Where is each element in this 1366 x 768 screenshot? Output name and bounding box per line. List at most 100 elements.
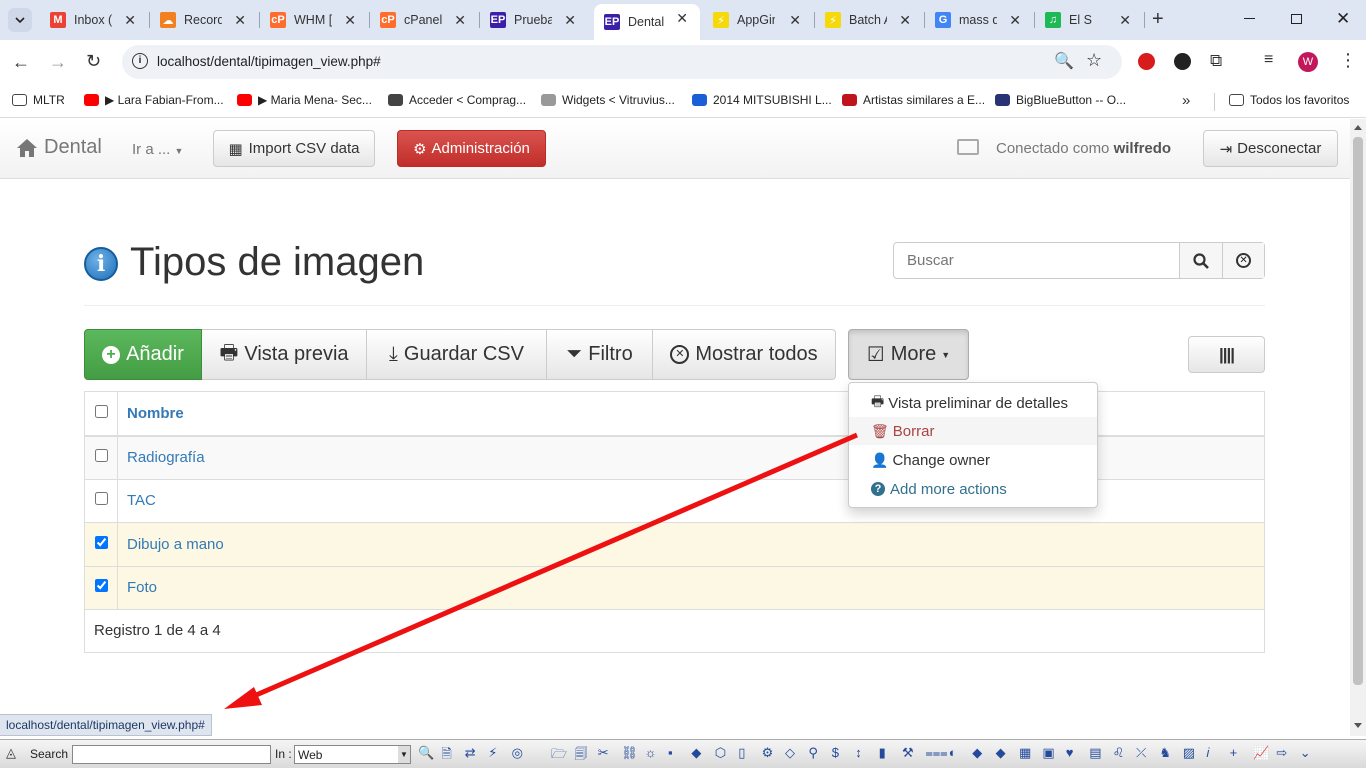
show-all-button[interactable]: ✕ Mostrar todos	[653, 329, 836, 380]
profile-avatar[interactable]: W	[1298, 52, 1318, 72]
browser-tab[interactable]: ♫ El S ✕	[1035, 6, 1143, 34]
table-row[interactable]: Foto	[84, 566, 1265, 609]
search-button[interactable]	[1179, 243, 1223, 278]
toolbar-tool-icon[interactable]: 🗁	[551, 745, 567, 767]
browser-tab[interactable]: cP WHM [✕	[260, 6, 368, 34]
table-row[interactable]: Dibujo a mano	[84, 522, 1265, 567]
bookmark-item[interactable]: ▶ Maria Mena- Sec...	[237, 93, 372, 107]
forward-button[interactable]: →	[49, 52, 67, 73]
toolbar-tool-icon[interactable]: ◎	[512, 745, 523, 761]
toolbar-tool-icon[interactable]: +	[1230, 745, 1238, 760]
menu-item-detail-preview[interactable]: 🖶 Vista preliminar de detalles	[849, 389, 1097, 417]
search-scope-select[interactable]: Web ▼	[294, 745, 411, 764]
tab-close-icon[interactable]: ✕	[1009, 12, 1021, 29]
toolbar-tool-icon[interactable]: ⚲	[808, 745, 818, 761]
clear-search-button[interactable]: ✕	[1222, 243, 1264, 278]
toolbar-tool-icon[interactable]: ▮	[879, 745, 886, 761]
toolbar-tool-icon[interactable]: ⚒	[902, 745, 914, 761]
url-text[interactable]: localhost/dental/tipimagen_view.php#	[157, 54, 381, 69]
media-control-icon[interactable]: ≡	[1264, 51, 1273, 69]
logout-button[interactable]: ⇥ Desconectar	[1203, 130, 1338, 167]
browser-tab[interactable]: cP cPanel ✕	[370, 6, 478, 34]
browser-tab[interactable]: ⚡ Batch A ✕	[815, 6, 923, 34]
browser-tab[interactable]: ⚡ AppGin ✕	[703, 6, 813, 34]
toolbar-tool-icon[interactable]: ◆	[996, 745, 1006, 761]
row-checkbox[interactable]	[94, 579, 108, 592]
toolbar-tool-icon[interactable]: ⚡	[488, 745, 497, 761]
toolbar-tool-icon[interactable]: 🗎	[441, 745, 451, 767]
toolbar-tool-icon[interactable]: ⛓	[621, 745, 638, 761]
toolbar-tool-icon[interactable]: ☼	[645, 745, 657, 760]
tab-close-icon[interactable]: ✕	[454, 12, 466, 29]
toolbar-tool-icon[interactable]: ♞	[1159, 745, 1171, 761]
bookmark-star-icon[interactable]: ☆	[1086, 50, 1102, 71]
triangle-icon[interactable]: ◬	[6, 745, 16, 761]
row-checkbox[interactable]	[94, 535, 108, 549]
browser-tab[interactable]: EP Prueba ✕	[480, 6, 588, 34]
row-name-link[interactable]: Foto	[118, 566, 1265, 609]
toolbar-tool-icon[interactable]: ⚙	[762, 745, 774, 761]
scroll-thumb[interactable]	[1353, 137, 1363, 685]
toolbar-tool-icon[interactable]: 𝑖	[1206, 745, 1209, 761]
toolbar-tool-icon[interactable]: 🗐	[574, 745, 587, 767]
row-checkbox[interactable]	[94, 449, 108, 462]
search-input[interactable]	[894, 243, 1180, 278]
browser-tab[interactable]: EP Dental ✕	[594, 4, 700, 40]
toolbar-tool-icon[interactable]: ⬡	[715, 745, 726, 761]
bookmark-item[interactable]: Widgets < Vitruvius...	[541, 93, 675, 107]
scroll-down-arrow[interactable]	[1354, 723, 1362, 728]
toolbar-tool-icon[interactable]: ▣	[1042, 745, 1054, 761]
import-csv-button[interactable]: ▦ Import CSV data	[213, 130, 375, 167]
toolbar-tool-icon[interactable]: ↕	[855, 745, 862, 760]
admin-button[interactable]: ⚙ Administración	[397, 130, 546, 167]
toolbar-tool-icon[interactable]: ⇄	[465, 745, 476, 761]
new-tab-button[interactable]: +	[1152, 9, 1164, 29]
toolbar-tool-icon[interactable]: ♌	[1113, 745, 1125, 761]
preview-button[interactable]: 🖶 Vista previa	[202, 329, 367, 380]
restore-button[interactable]	[1291, 14, 1302, 24]
tab-close-icon[interactable]: ✕	[1119, 12, 1131, 29]
bookmark-item[interactable]: 2014 MITSUBISHI L...	[692, 93, 832, 107]
more-bookmarks-icon[interactable]: »	[1182, 92, 1190, 109]
browser-menu-icon[interactable]: ⋮	[1339, 50, 1357, 71]
toolbar-tool-icon[interactable]: ⌄	[1300, 745, 1311, 761]
toolbar-tool-icon[interactable]: 📈	[1253, 745, 1269, 761]
address-bar[interactable]: i localhost/dental/tipimagen_view.php# 🔍…	[122, 45, 1122, 79]
toolbar-tool-icon[interactable]: ▯	[738, 745, 745, 761]
tab-close-icon[interactable]: ✕	[234, 12, 246, 29]
tab-close-icon[interactable]: ✕	[124, 12, 136, 29]
row-name-link[interactable]: Dibujo a mano	[118, 523, 1265, 567]
toolbar-tool-icon[interactable]: ▦	[1019, 745, 1031, 761]
toolbar-tool-icon[interactable]: 🔍	[418, 745, 434, 761]
toolbar-tool-icon[interactable]: ◐	[949, 745, 957, 760]
bookmark-item[interactable]: ▶ Lara Fabian-From...	[84, 93, 224, 107]
toolbar-search-input[interactable]	[72, 745, 271, 764]
add-button[interactable]: + Añadir	[84, 329, 202, 380]
site-info-icon[interactable]: i	[132, 53, 148, 69]
extensions-puzzle-icon[interactable]: ⧉	[1210, 51, 1222, 71]
bookmark-item[interactable]: BigBlueButton -- O...	[995, 93, 1126, 107]
goto-dropdown[interactable]: Ir a ... ▼	[132, 141, 183, 158]
toolbar-tool-icon[interactable]: $	[832, 745, 839, 760]
tab-close-icon[interactable]: ✕	[344, 12, 356, 29]
save-csv-button[interactable]: ⤓ Guardar CSV	[367, 329, 547, 380]
menu-item-delete[interactable]: 🗑 Borrar	[849, 417, 1097, 445]
minimize-button[interactable]	[1244, 18, 1255, 19]
back-button[interactable]: ←	[12, 52, 30, 73]
tab-search-button[interactable]	[8, 8, 32, 32]
toolbar-tool-icon[interactable]: ⩶	[925, 745, 947, 761]
filter-button[interactable]: ⏷ Filtro	[547, 329, 653, 380]
reload-button[interactable]: ↻	[86, 51, 101, 72]
page-scrollbar[interactable]	[1350, 119, 1366, 736]
bookmark-item[interactable]: Artistas similares a E...	[842, 93, 985, 107]
toolbar-tool-icon[interactable]: ✂	[598, 745, 609, 761]
adblock-extension-icon[interactable]	[1138, 53, 1155, 70]
bookmark-item[interactable]: Acceder < Comprag...	[388, 93, 526, 107]
toolbar-tool-icon[interactable]: ▨	[1183, 745, 1195, 761]
tab-close-icon[interactable]: ✕	[676, 10, 688, 27]
menu-item-change-owner[interactable]: 👤 Change owner	[849, 446, 1097, 474]
toolbar-tool-icon[interactable]: ◆	[972, 745, 982, 761]
toolbar-tool-icon[interactable]: ♥	[1066, 745, 1074, 760]
browser-tab[interactable]: Gmass d ✕	[925, 6, 1033, 34]
toolbar-tool-icon[interactable]: ◇	[785, 745, 795, 761]
